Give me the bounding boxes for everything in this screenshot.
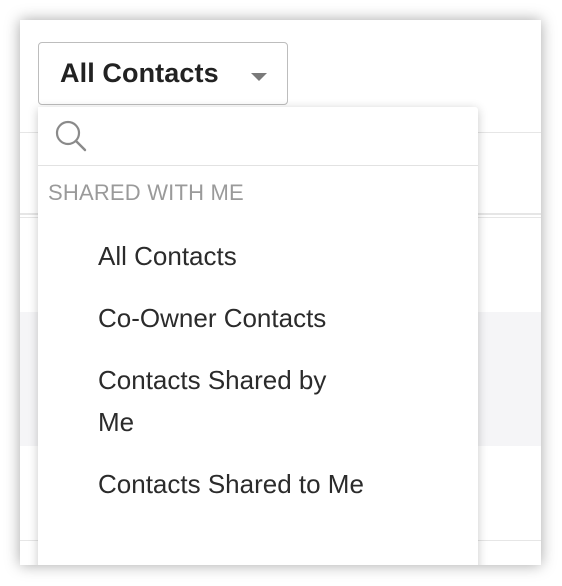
section-title-shared-with-me: SHARED WITH ME — [48, 180, 244, 205]
menu-item-contacts-shared-to-me[interactable]: Contacts Shared to Me — [98, 463, 368, 505]
chevron-down-icon — [251, 73, 267, 81]
menu-item-all-contacts[interactable]: All Contacts — [98, 235, 398, 277]
dropdown-search-row — [38, 107, 478, 166]
menu-item-co-owner-contacts[interactable]: Co-Owner Contacts — [98, 297, 398, 339]
dropdown-search-input[interactable] — [98, 117, 462, 157]
view-selector-button[interactable]: All Contacts — [38, 42, 288, 105]
menu-item-contacts-shared-by-me[interactable]: Contacts Shared by Me — [98, 359, 368, 443]
app-window: All Contacts SHARED WITH ME All Contacts… — [20, 20, 541, 565]
view-dropdown-menu: SHARED WITH ME All Contacts Co-Owner Con… — [38, 107, 478, 565]
view-selector-label: All Contacts — [60, 58, 219, 88]
search-icon — [55, 120, 87, 152]
